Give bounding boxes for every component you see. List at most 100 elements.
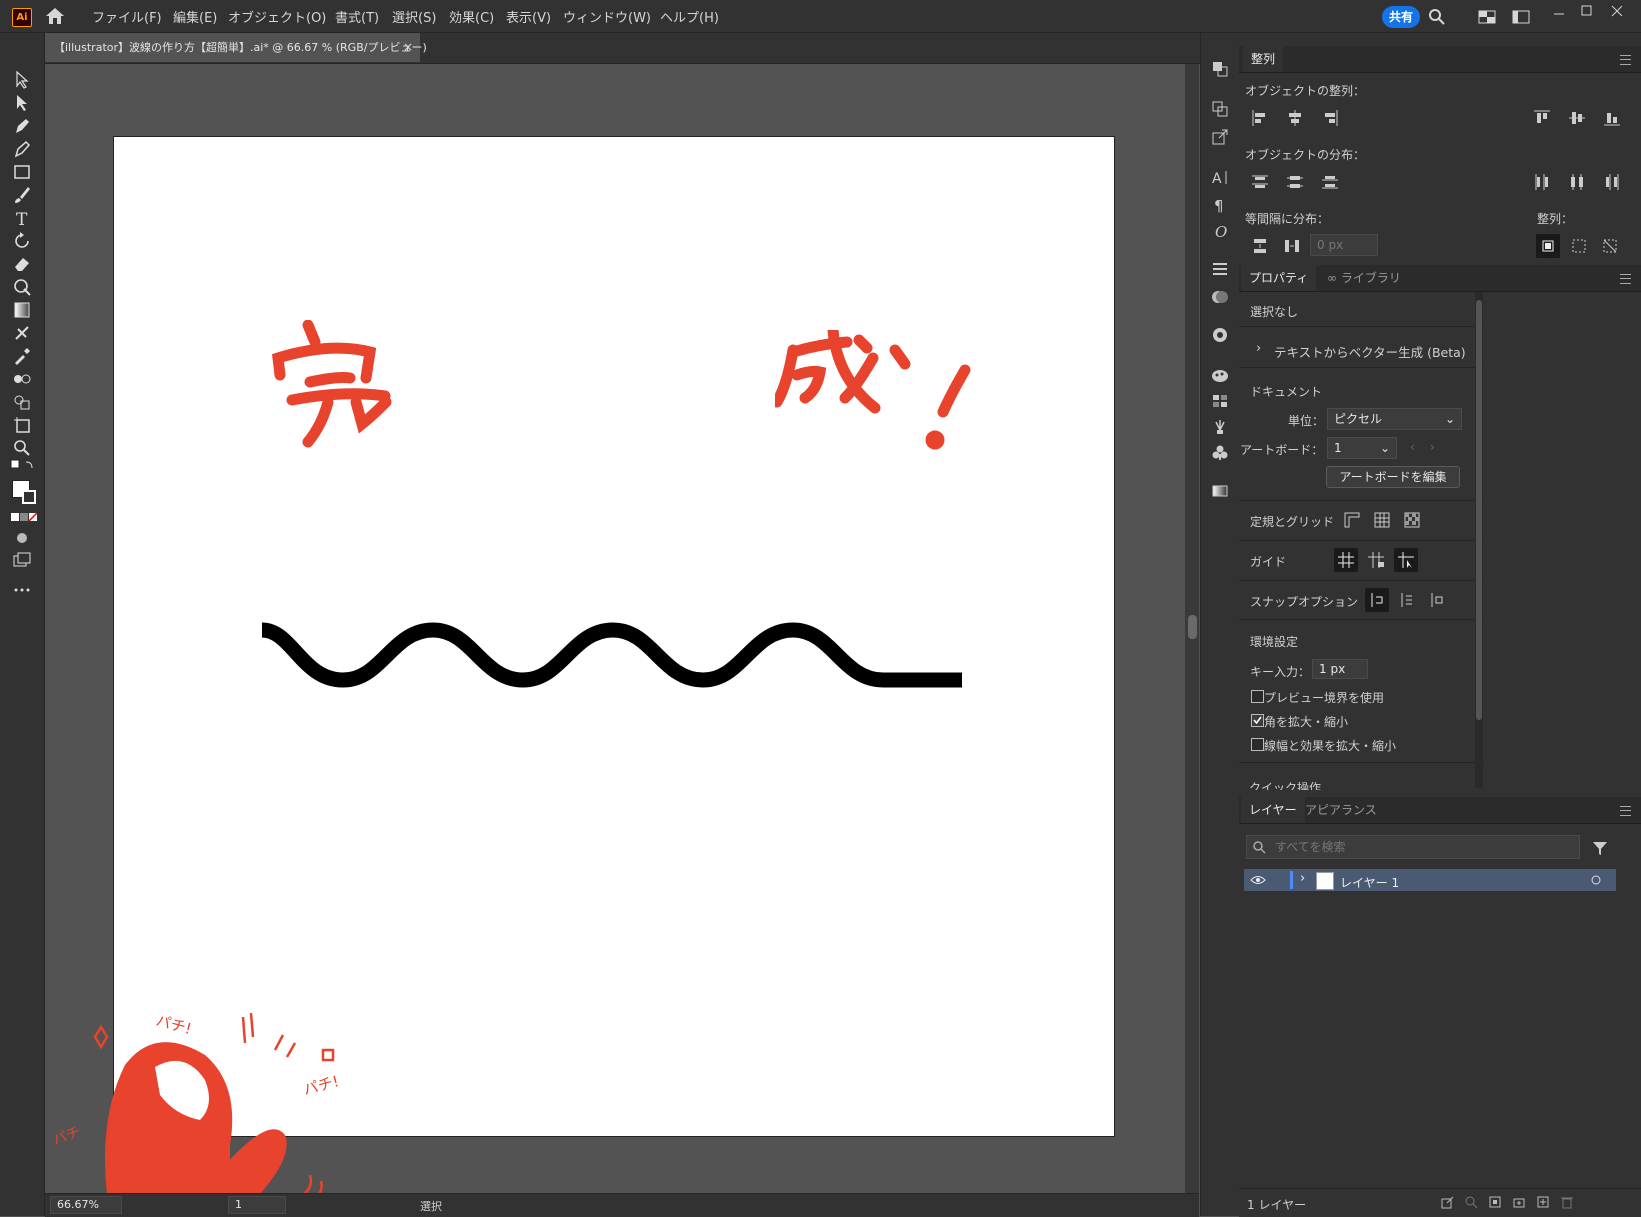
color-guide-panel-icon[interactable]: [1211, 366, 1229, 384]
prev-artboard-icon[interactable]: ‹: [1410, 440, 1415, 454]
draw-mode-icon[interactable]: [12, 528, 32, 548]
align-vertical-center-icon[interactable]: [1567, 108, 1587, 128]
document-tab[interactable]: 【illustrator】波線の作り方【超簡単】.ai* @ 66.67 % (…: [44, 33, 427, 62]
zoom-tool-icon[interactable]: [12, 438, 32, 458]
distribute-horizontal-center-icon[interactable]: [1567, 172, 1587, 192]
locate-object-icon[interactable]: [1464, 1195, 1478, 1209]
distribute-left-icon[interactable]: [1532, 172, 1552, 192]
menu-effect[interactable]: 効果(C): [449, 7, 494, 26]
collect-export-icon[interactable]: [1440, 1195, 1454, 1209]
align-horizontal-center-icon[interactable]: [1285, 108, 1305, 128]
new-sublayer-icon[interactable]: [1512, 1195, 1526, 1209]
free-transform-tool-icon[interactable]: [12, 277, 32, 297]
filter-icon[interactable]: [1592, 840, 1608, 856]
pen-tool-icon[interactable]: [12, 116, 32, 136]
distribute-vertical-center-icon[interactable]: [1285, 172, 1305, 192]
text-to-vector-button[interactable]: テキストからベクター生成 (Beta): [1274, 342, 1466, 361]
rotate-tool-icon[interactable]: [12, 231, 32, 251]
type-tool-icon[interactable]: T: [12, 208, 32, 228]
distribute-vertical-space-icon[interactable]: [1250, 236, 1270, 256]
stroke-color-swatch[interactable]: [22, 490, 36, 504]
close-tab-icon[interactable]: ×: [403, 40, 413, 54]
trash-icon[interactable]: [1560, 1195, 1574, 1209]
align-right-icon[interactable]: [1320, 108, 1340, 128]
tab-layers[interactable]: レイヤー: [1241, 797, 1305, 823]
artboard-select[interactable]: 1 ⌄: [1327, 437, 1397, 459]
menu-help[interactable]: ヘルプ(H): [660, 7, 719, 26]
mesh-tool-icon[interactable]: [12, 323, 32, 343]
vertical-scrollbar-thumb[interactable]: [1188, 615, 1197, 639]
distribute-horizontal-space-icon[interactable]: [1282, 236, 1302, 256]
home-icon[interactable]: [44, 7, 66, 25]
snap-to-pixel-icon[interactable]: [1425, 588, 1449, 612]
swatches-panel-icon[interactable]: [1211, 392, 1229, 410]
layers-panel-menu-icon[interactable]: [1620, 806, 1631, 816]
curvature-tool-icon[interactable]: [12, 139, 32, 159]
status-mode[interactable]: 選択: [420, 1198, 442, 1214]
opentype-panel-icon[interactable]: O: [1211, 222, 1229, 240]
tab-appearance[interactable]: アピアランス: [1297, 797, 1385, 823]
distribute-top-icon[interactable]: [1250, 172, 1270, 192]
zoom-field[interactable]: 66.67%: [50, 1196, 122, 1214]
tab-align[interactable]: 整列: [1243, 46, 1284, 72]
more-tools-icon[interactable]: [12, 580, 32, 600]
eraser-tool-icon[interactable]: [12, 254, 32, 274]
menu-edit[interactable]: 編集(E): [173, 7, 217, 26]
menu-select[interactable]: 選択(S): [392, 7, 436, 26]
transparency-grid-icon[interactable]: [1400, 508, 1424, 532]
scale-corners-checkbox[interactable]: [1251, 714, 1264, 727]
distribute-right-icon[interactable]: [1602, 172, 1622, 192]
target-circle-icon[interactable]: [1590, 874, 1602, 886]
artboard-tool-icon[interactable]: [12, 415, 32, 435]
gradient-tool-icon[interactable]: [12, 300, 32, 320]
rectangle-tool-icon[interactable]: [12, 162, 32, 182]
tab-libraries[interactable]: ∞ ライブラリ: [1319, 265, 1409, 291]
layers-search-input[interactable]: すべてを検索: [1246, 835, 1580, 859]
expand-chevron-icon[interactable]: ›: [1256, 341, 1261, 356]
lock-guides-icon[interactable]: [1364, 548, 1388, 572]
distribute-bottom-icon[interactable]: [1320, 172, 1340, 192]
share-button[interactable]: 共有: [1382, 6, 1420, 28]
character-panel-icon[interactable]: A: [1211, 168, 1229, 186]
edit-artboard-button[interactable]: アートボードを編集: [1326, 466, 1460, 488]
close-window-icon[interactable]: [1610, 4, 1624, 18]
key-input-field[interactable]: 1 px: [1312, 659, 1368, 679]
swap-colors-icon[interactable]: [10, 458, 36, 474]
align-panel-menu-icon[interactable]: [1620, 55, 1631, 65]
align-top-icon[interactable]: [1532, 108, 1552, 128]
wavy-line[interactable]: [262, 614, 962, 694]
minimize-icon[interactable]: [1552, 6, 1566, 20]
new-layer-icon[interactable]: [1536, 1195, 1550, 1209]
color-panel-icon[interactable]: [1211, 326, 1229, 344]
gradient-panel-icon[interactable]: [1211, 482, 1229, 500]
menu-type[interactable]: 書式(T): [335, 7, 379, 26]
preview-bounds-checkbox[interactable]: [1251, 690, 1264, 703]
next-artboard-icon[interactable]: ›: [1430, 440, 1435, 454]
align-to-selection-icon[interactable]: [1567, 234, 1591, 258]
show-guides-icon[interactable]: [1334, 548, 1358, 572]
stroke-panel-icon[interactable]: [1211, 260, 1229, 278]
pathfinder-panel-icon[interactable]: [1211, 100, 1229, 118]
layer-name[interactable]: レイヤー 1: [1340, 874, 1399, 891]
paragraph-panel-icon[interactable]: ¶: [1211, 196, 1229, 214]
tab-properties[interactable]: プロパティ: [1241, 265, 1317, 291]
expand-layer-icon[interactable]: ›: [1300, 871, 1305, 886]
menu-file[interactable]: ファイル(F): [92, 7, 162, 26]
properties-panel-menu-icon[interactable]: [1620, 274, 1631, 284]
color-mode-icon[interactable]: [10, 512, 38, 522]
menu-window[interactable]: ウィンドウ(W): [563, 7, 651, 26]
transparency-panel-icon[interactable]: [1211, 288, 1229, 306]
export-panel-icon[interactable]: [1211, 128, 1229, 146]
transform-panel-icon[interactable]: [1211, 60, 1229, 78]
maximize-icon[interactable]: [1580, 4, 1594, 18]
unit-select[interactable]: ピクセル ⌄: [1327, 408, 1462, 430]
shape-builder-tool-icon[interactable]: [12, 392, 32, 412]
align-bottom-icon[interactable]: [1602, 108, 1622, 128]
selection-tool-icon[interactable]: [12, 70, 32, 90]
snap-to-point-icon[interactable]: [1365, 588, 1389, 612]
grid-icon[interactable]: [1370, 508, 1394, 532]
align-to-key-object-icon[interactable]: [1598, 234, 1622, 258]
spacing-value-field[interactable]: 0 px: [1310, 234, 1378, 256]
menu-object[interactable]: オブジェクト(O): [228, 7, 326, 26]
brushes-panel-icon[interactable]: [1211, 418, 1229, 436]
